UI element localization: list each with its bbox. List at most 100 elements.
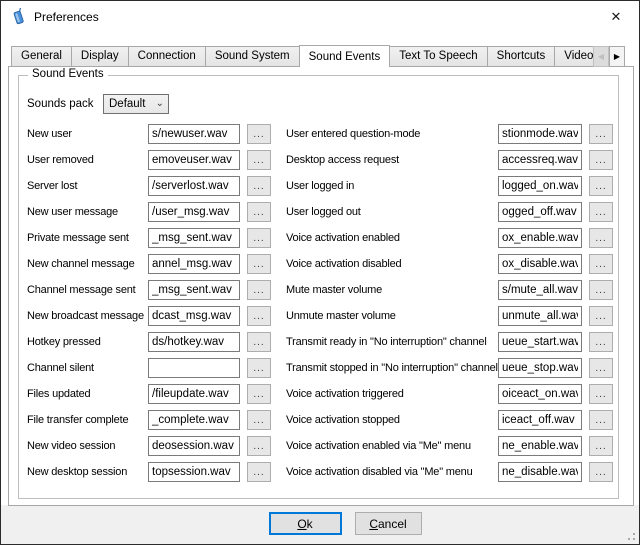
cancel-button[interactable]: Cancel	[355, 512, 422, 535]
row-mute-master-volume: Mute master volume ...	[286, 277, 613, 303]
sound-event-label: Mute master volume	[286, 284, 498, 296]
sound-event-label: Server lost	[27, 180, 148, 192]
sound-file-input[interactable]	[498, 228, 582, 248]
sound-events-page: Sound Events Sounds pack Default ⌄ New u…	[8, 66, 634, 506]
browse-button[interactable]: ...	[247, 176, 271, 196]
sound-file-input[interactable]	[498, 410, 582, 430]
sounds-pack-select[interactable]: Default ⌄	[103, 94, 169, 114]
browse-button[interactable]: ...	[247, 436, 271, 456]
row-user-removed: User removed ...	[27, 147, 279, 173]
sound-file-input[interactable]	[498, 254, 582, 274]
row-new-desktop-session: New desktop session ...	[27, 459, 279, 485]
browse-button[interactable]: ...	[589, 228, 613, 248]
sound-event-label: Channel silent	[27, 362, 148, 374]
sound-event-label: Voice activation triggered	[286, 388, 498, 400]
sound-file-input[interactable]	[498, 202, 582, 222]
sound-event-columns: New user ... User removed ... Server los…	[19, 121, 618, 485]
row-voice-activation-triggered: Voice activation triggered ...	[286, 381, 613, 407]
sound-file-input[interactable]	[148, 332, 240, 352]
browse-button[interactable]: ...	[589, 436, 613, 456]
sound-file-input[interactable]	[148, 124, 240, 144]
sound-file-input[interactable]	[148, 436, 240, 456]
tab-sound-system[interactable]: Sound System	[206, 46, 300, 67]
ok-button[interactable]: Ok	[269, 512, 342, 535]
browse-button[interactable]: ...	[589, 410, 613, 430]
browse-button[interactable]: ...	[589, 280, 613, 300]
browse-button[interactable]: ...	[247, 280, 271, 300]
sound-event-label: Hotkey pressed	[27, 336, 148, 348]
resize-grip[interactable]	[633, 538, 635, 540]
row-voice-activation-enabled-me-menu: Voice activation enabled via "Me" menu .…	[286, 433, 613, 459]
browse-button[interactable]: ...	[247, 410, 271, 430]
sound-event-label: Voice activation disabled	[286, 258, 498, 270]
preferences-dialog: Preferences ✕ General Display Connection…	[0, 0, 640, 545]
sound-file-input[interactable]	[148, 280, 240, 300]
browse-button[interactable]: ...	[247, 358, 271, 378]
browse-button[interactable]: ...	[247, 150, 271, 170]
browse-button[interactable]: ...	[589, 176, 613, 196]
sound-file-input[interactable]	[148, 358, 240, 378]
tab-sound-events[interactable]: Sound Events	[299, 45, 391, 67]
sound-file-input[interactable]	[498, 124, 582, 144]
browse-button[interactable]: ...	[247, 228, 271, 248]
sound-file-input[interactable]	[498, 150, 582, 170]
sound-file-input[interactable]	[148, 202, 240, 222]
sound-events-groupbox: Sound Events Sounds pack Default ⌄ New u…	[18, 75, 619, 499]
sound-event-label: New video session	[27, 440, 148, 452]
sound-events-left-column: New user ... User removed ... Server los…	[27, 121, 279, 485]
browse-button[interactable]: ...	[589, 332, 613, 352]
sound-file-input[interactable]	[498, 280, 582, 300]
sound-file-input[interactable]	[148, 306, 240, 326]
tab-scroll-left-icon[interactable]: ◀	[593, 46, 609, 67]
browse-button[interactable]: ...	[589, 150, 613, 170]
sound-file-input[interactable]	[148, 228, 240, 248]
sound-file-input[interactable]	[498, 306, 582, 326]
row-voice-activation-disabled-me-menu: Voice activation disabled via "Me" menu …	[286, 459, 613, 485]
row-private-message-sent: Private message sent ...	[27, 225, 279, 251]
sound-file-input[interactable]	[148, 384, 240, 404]
row-user-logged-out: User logged out ...	[286, 199, 613, 225]
browse-button[interactable]: ...	[247, 332, 271, 352]
sound-event-label: File transfer complete	[27, 414, 148, 426]
sound-file-input[interactable]	[498, 462, 582, 482]
sound-file-input[interactable]	[148, 150, 240, 170]
tab-scroll-right-icon[interactable]: ▶	[609, 46, 625, 67]
tab-connection[interactable]: Connection	[129, 46, 206, 67]
browse-button[interactable]: ...	[589, 384, 613, 404]
sound-file-input[interactable]	[148, 462, 240, 482]
browse-button[interactable]: ...	[247, 384, 271, 404]
browse-button[interactable]: ...	[589, 358, 613, 378]
sound-event-label: User logged out	[286, 206, 498, 218]
tab-general[interactable]: General	[11, 46, 72, 67]
sound-file-input[interactable]	[498, 176, 582, 196]
tab-shortcuts[interactable]: Shortcuts	[488, 46, 556, 67]
row-files-updated: Files updated ...	[27, 381, 279, 407]
sound-file-input[interactable]	[148, 410, 240, 430]
sound-file-input[interactable]	[498, 332, 582, 352]
browse-button[interactable]: ...	[589, 462, 613, 482]
sound-event-label: Private message sent	[27, 232, 148, 244]
close-icon[interactable]: ✕	[593, 1, 639, 32]
sound-file-input[interactable]	[498, 358, 582, 378]
tab-text-to-speech[interactable]: Text To Speech	[390, 46, 487, 67]
browse-button[interactable]: ...	[589, 306, 613, 326]
browse-button[interactable]: ...	[247, 124, 271, 144]
browse-button[interactable]: ...	[589, 202, 613, 222]
browse-button[interactable]: ...	[247, 202, 271, 222]
browse-button[interactable]: ...	[589, 254, 613, 274]
row-server-lost: Server lost ...	[27, 173, 279, 199]
cancel-label-rest: ancel	[378, 517, 407, 531]
sound-event-label: Voice activation disabled via "Me" menu	[286, 466, 498, 478]
row-user-logged-in: User logged in ...	[286, 173, 613, 199]
sound-file-input[interactable]	[148, 254, 240, 274]
sound-events-right-column: User entered question-mode ... Desktop a…	[286, 121, 613, 485]
browse-button[interactable]: ...	[247, 462, 271, 482]
browse-button[interactable]: ...	[247, 254, 271, 274]
browse-button[interactable]: ...	[589, 124, 613, 144]
browse-button[interactable]: ...	[247, 306, 271, 326]
sound-event-label: User entered question-mode	[286, 128, 498, 140]
tab-display[interactable]: Display	[72, 46, 129, 67]
sound-file-input[interactable]	[498, 384, 582, 404]
sound-file-input[interactable]	[148, 176, 240, 196]
sound-file-input[interactable]	[498, 436, 582, 456]
